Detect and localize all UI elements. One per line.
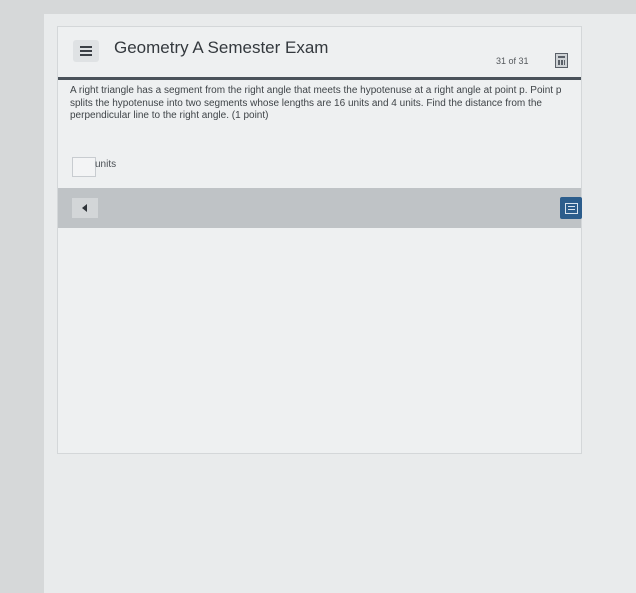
navigation-bar <box>58 188 582 228</box>
exam-card: Geometry A Semester Exam 31 of 31 A righ… <box>57 26 582 454</box>
answer-input[interactable] <box>72 157 96 177</box>
hamburger-icon <box>80 46 92 56</box>
review-list-icon <box>565 203 578 214</box>
menu-button[interactable] <box>73 40 99 62</box>
back-arrow-icon <box>82 204 87 212</box>
page: Geometry A Semester Exam 31 of 31 A righ… <box>44 14 636 593</box>
calculator-icon[interactable] <box>555 53 568 68</box>
review-button[interactable] <box>560 197 582 219</box>
question-counter: 31 of 31 <box>496 56 529 66</box>
previous-question-button[interactable] <box>72 198 98 218</box>
exam-title: Geometry A Semester Exam <box>114 38 329 57</box>
exam-header: Geometry A Semester Exam 31 of 31 <box>58 27 581 80</box>
units-label: units <box>95 159 117 170</box>
question-text: A right triangle has a segment from the … <box>70 85 562 121</box>
